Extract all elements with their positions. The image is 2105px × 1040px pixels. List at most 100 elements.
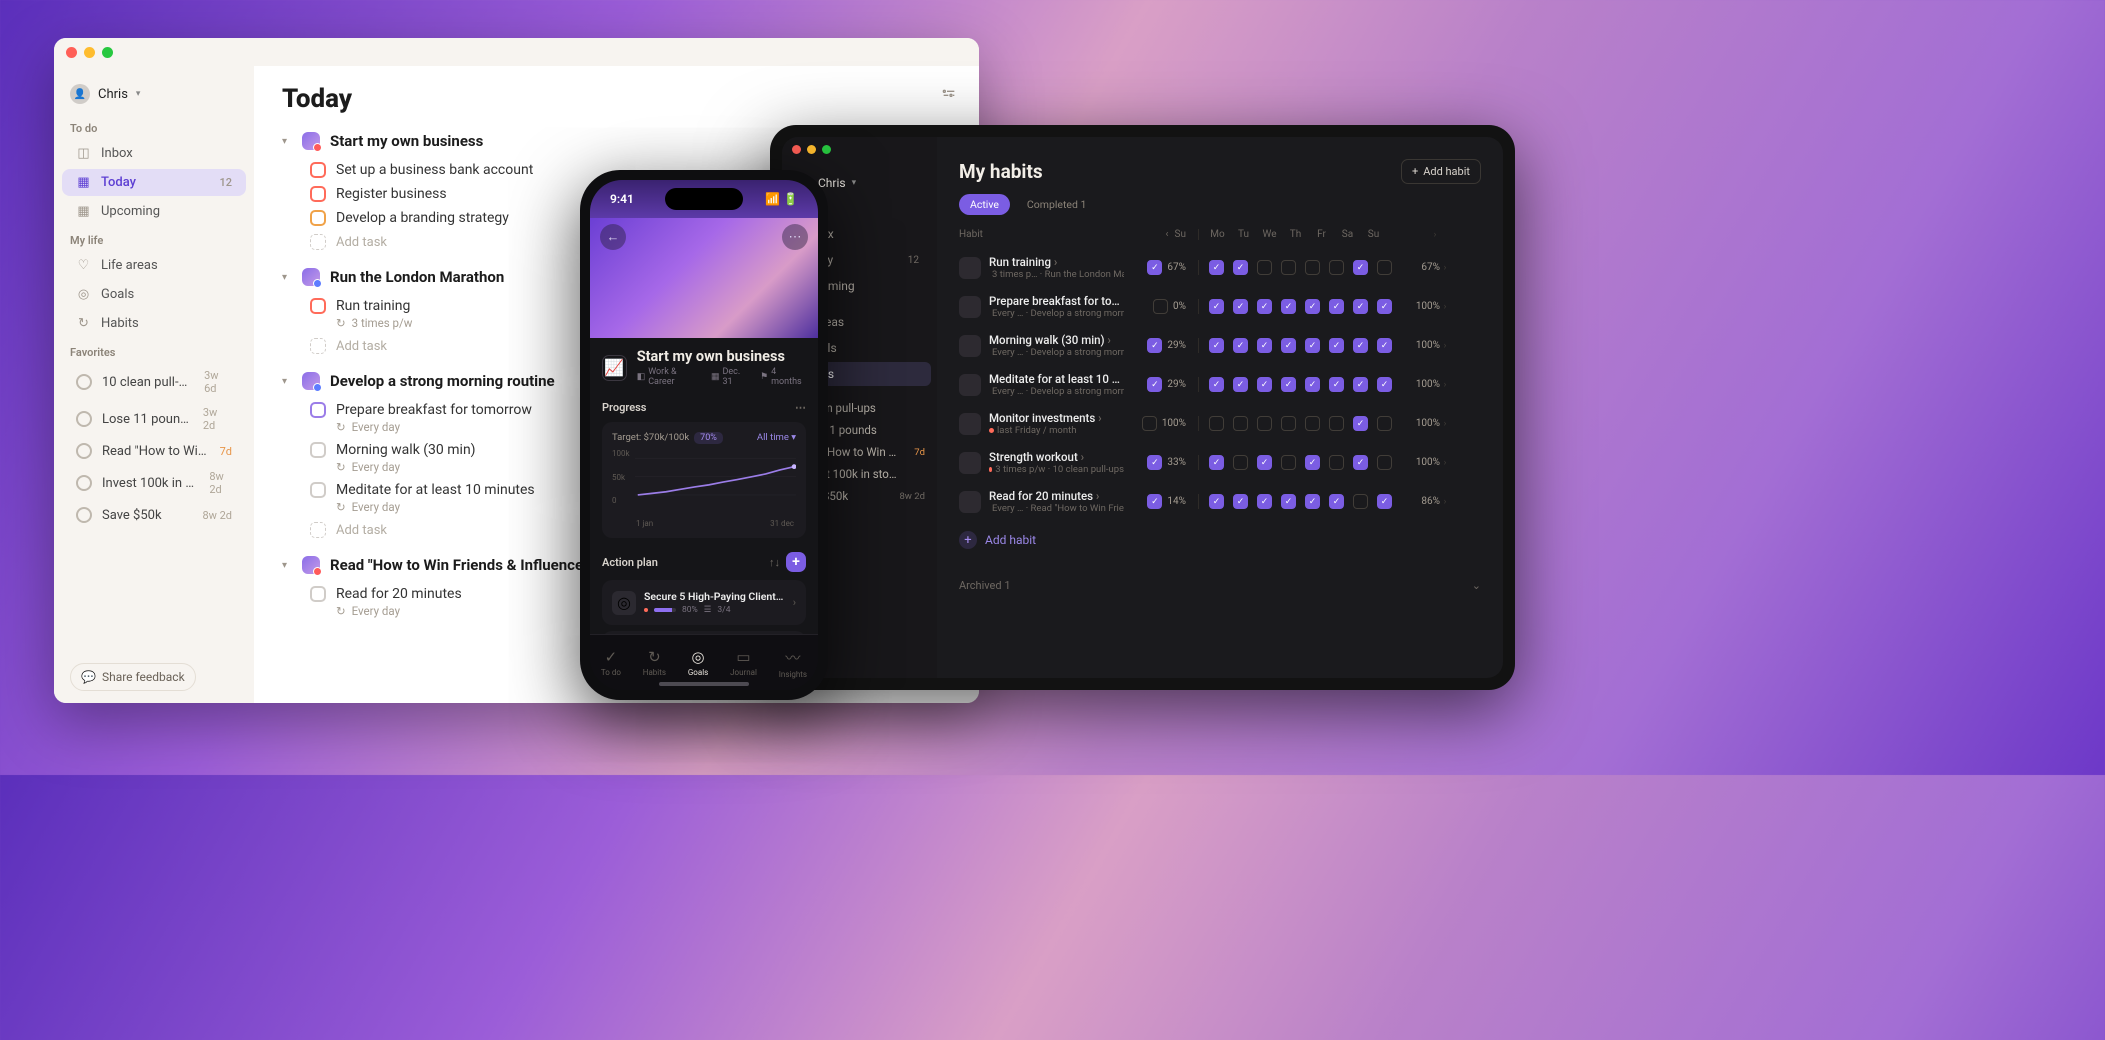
- habit-row[interactable]: Morning walk (30 min)Every … · Develop a…: [959, 326, 1481, 365]
- habit-day-checkbox[interactable]: [1329, 377, 1344, 392]
- add-habit-button[interactable]: +Add habit: [1401, 159, 1481, 184]
- habit-day-checkbox[interactable]: [1353, 377, 1368, 392]
- sidebar-item-today[interactable]: ▦Today12: [62, 169, 246, 196]
- minimize-icon[interactable]: [807, 145, 816, 154]
- habit-day-checkbox[interactable]: [1209, 494, 1224, 509]
- task-checkbox[interactable]: [310, 162, 326, 178]
- habit-row[interactable]: Prepare breakfast for tomo…Every … · Dev…: [959, 287, 1481, 326]
- sidebar-item-inbox[interactable]: ◫Inbox: [62, 140, 246, 167]
- maximize-icon[interactable]: [822, 145, 831, 154]
- habit-day-checkbox[interactable]: [1377, 416, 1392, 431]
- habit-day-checkbox[interactable]: [1305, 494, 1320, 509]
- habit-summary-checkbox[interactable]: [1147, 455, 1162, 470]
- habit-row[interactable]: Read for 20 minutesEvery … · Read "How t…: [959, 482, 1481, 521]
- task-checkbox[interactable]: [310, 402, 326, 418]
- user-menu[interactable]: 👤 Chris ▾: [54, 78, 254, 114]
- close-icon[interactable]: [792, 145, 801, 154]
- habit-day-checkbox[interactable]: [1281, 338, 1296, 353]
- tab-completed[interactable]: Completed 1: [1016, 194, 1097, 215]
- habit-summary-checkbox[interactable]: [1147, 338, 1162, 353]
- habit-day-checkbox[interactable]: [1377, 260, 1392, 275]
- habit-row[interactable]: Monitor investmentslast Friday / month10…: [959, 404, 1481, 443]
- habit-summary-checkbox[interactable]: [1147, 260, 1162, 275]
- habit-summary-checkbox[interactable]: [1153, 299, 1168, 314]
- task-checkbox[interactable]: [310, 210, 326, 226]
- habit-day-checkbox[interactable]: [1257, 416, 1272, 431]
- habit-row[interactable]: Meditate for at least 10 min…Every … · D…: [959, 365, 1481, 404]
- habit-day-checkbox[interactable]: [1281, 299, 1296, 314]
- more-icon[interactable]: ⋯: [795, 401, 806, 414]
- habit-day-checkbox[interactable]: [1377, 455, 1392, 470]
- habit-day-checkbox[interactable]: [1209, 455, 1224, 470]
- habit-row[interactable]: Strength workout3 times p/w · 10 clean p…: [959, 443, 1481, 482]
- add-habit-row[interactable]: +Add habit: [959, 521, 1481, 559]
- habit-day-checkbox[interactable]: [1305, 416, 1320, 431]
- habit-day-checkbox[interactable]: [1281, 455, 1296, 470]
- action-card[interactable]: ◎Secure 5 High-Paying Client…80%☰3/4›: [602, 580, 806, 625]
- range-selector[interactable]: All time ▾: [757, 432, 796, 443]
- habit-day-checkbox[interactable]: [1353, 455, 1368, 470]
- tab-insights[interactable]: 〰Insights: [779, 647, 807, 679]
- tab-goals[interactable]: ◎Goals: [688, 648, 708, 677]
- habit-day-checkbox[interactable]: [1353, 416, 1368, 431]
- task-checkbox[interactable]: [310, 298, 326, 314]
- habit-day-checkbox[interactable]: [1353, 299, 1368, 314]
- tab-active[interactable]: Active: [959, 194, 1010, 215]
- habit-day-checkbox[interactable]: [1257, 260, 1272, 275]
- habit-day-checkbox[interactable]: [1233, 416, 1248, 431]
- habit-day-checkbox[interactable]: [1233, 299, 1248, 314]
- sidebar-item-upcoming[interactable]: ▦Upcoming: [62, 198, 246, 225]
- habit-day-checkbox[interactable]: [1329, 299, 1344, 314]
- habit-day-checkbox[interactable]: [1329, 416, 1344, 431]
- habit-day-checkbox[interactable]: [1329, 260, 1344, 275]
- close-icon[interactable]: [66, 47, 77, 58]
- habit-day-checkbox[interactable]: [1353, 260, 1368, 275]
- minimize-icon[interactable]: [84, 47, 95, 58]
- habit-day-checkbox[interactable]: [1233, 455, 1248, 470]
- habit-day-checkbox[interactable]: [1281, 416, 1296, 431]
- habit-day-checkbox[interactable]: [1329, 494, 1344, 509]
- favorite-item[interactable]: Invest 100k in stock …8w 2d: [62, 465, 246, 501]
- habit-day-checkbox[interactable]: [1233, 494, 1248, 509]
- favorite-item[interactable]: Save $50k8w 2d: [62, 502, 246, 528]
- habit-summary-checkbox[interactable]: [1147, 494, 1162, 509]
- task-checkbox[interactable]: [310, 482, 326, 498]
- habit-day-checkbox[interactable]: [1281, 260, 1296, 275]
- habit-day-checkbox[interactable]: [1233, 338, 1248, 353]
- task-checkbox[interactable]: [310, 186, 326, 202]
- back-button[interactable]: ←: [600, 224, 626, 250]
- sort-icon[interactable]: ↑↓: [769, 556, 780, 569]
- habit-day-checkbox[interactable]: [1257, 494, 1272, 509]
- habit-day-checkbox[interactable]: [1329, 455, 1344, 470]
- habit-day-checkbox[interactable]: [1377, 377, 1392, 392]
- favorite-item[interactable]: Read "How to Win Frien…7d: [62, 438, 246, 464]
- tab-journal[interactable]: ▭Journal: [730, 648, 757, 677]
- habit-day-checkbox[interactable]: [1209, 377, 1224, 392]
- habit-day-checkbox[interactable]: [1305, 455, 1320, 470]
- habit-day-checkbox[interactable]: [1233, 260, 1248, 275]
- habit-day-checkbox[interactable]: [1305, 377, 1320, 392]
- habit-day-checkbox[interactable]: [1305, 338, 1320, 353]
- archived-section[interactable]: Archived 1⌄: [959, 571, 1481, 600]
- habit-day-checkbox[interactable]: [1209, 416, 1224, 431]
- sidebar-item-habits[interactable]: ↻Habits: [62, 310, 246, 337]
- habit-day-checkbox[interactable]: [1353, 494, 1368, 509]
- habit-day-checkbox[interactable]: [1209, 338, 1224, 353]
- habit-day-checkbox[interactable]: [1281, 494, 1296, 509]
- habit-row[interactable]: Run training3 times p… · Run the London …: [959, 248, 1481, 287]
- sidebar-item-goals[interactable]: ◎Goals: [62, 281, 246, 308]
- sidebar-item-life-areas[interactable]: ♡Life areas: [62, 252, 246, 279]
- settings-icon[interactable]: [941, 86, 957, 102]
- chevron-right-icon[interactable]: ›: [1430, 230, 1440, 240]
- add-action-button[interactable]: +: [786, 552, 806, 572]
- habit-day-checkbox[interactable]: [1377, 494, 1392, 509]
- habit-day-checkbox[interactable]: [1281, 377, 1296, 392]
- chevron-left-icon[interactable]: ‹: [1166, 229, 1169, 240]
- habit-day-checkbox[interactable]: [1209, 260, 1224, 275]
- habit-day-checkbox[interactable]: [1257, 299, 1272, 314]
- tab-to-do[interactable]: ✓To do: [601, 648, 621, 677]
- habit-day-checkbox[interactable]: [1209, 299, 1224, 314]
- habit-day-checkbox[interactable]: [1377, 299, 1392, 314]
- more-button[interactable]: ⋯: [782, 224, 808, 250]
- favorite-item[interactable]: 10 clean pull-ups3w 6d: [62, 364, 246, 400]
